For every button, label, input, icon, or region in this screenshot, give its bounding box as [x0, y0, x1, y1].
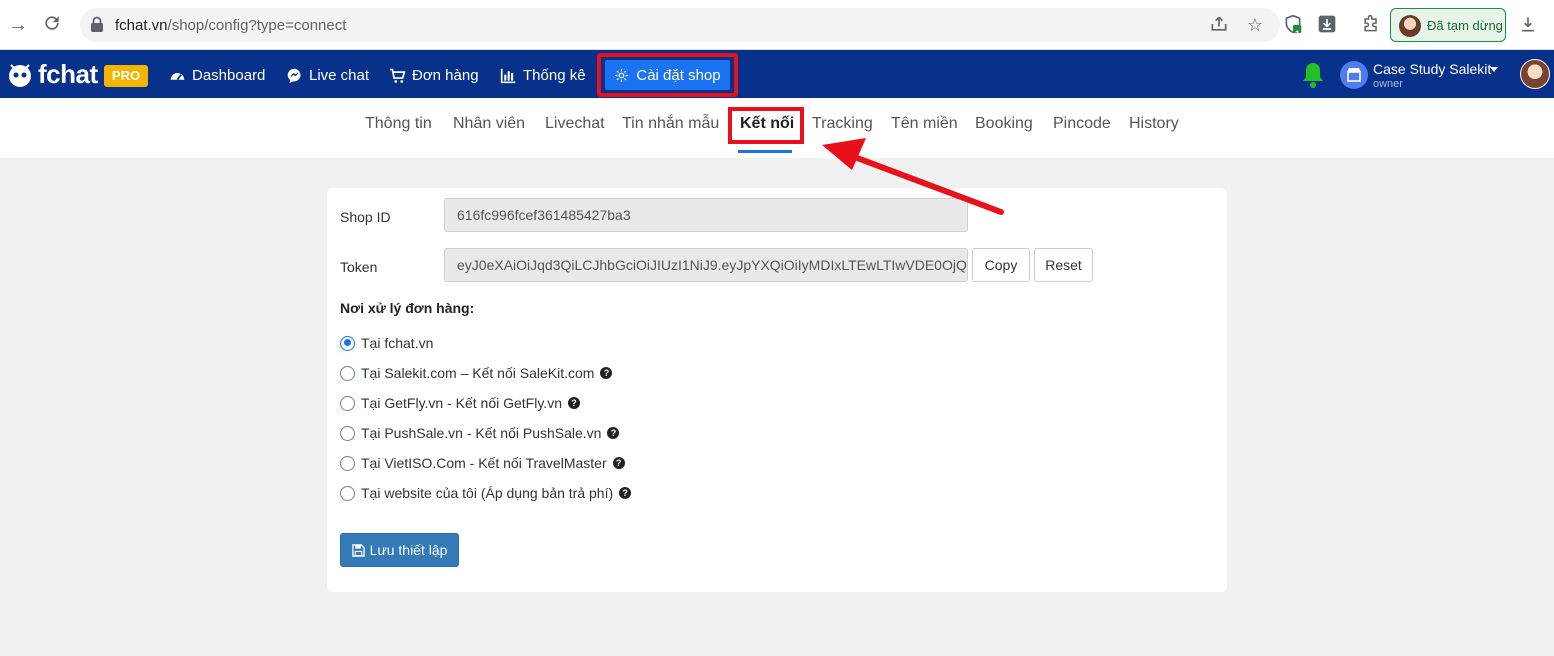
nav-dashboard[interactable]: Dashboard: [169, 65, 265, 85]
shop-id-label: Shop ID: [340, 209, 391, 225]
settings-tabs: Thông tin Nhân viên Livechat Tin nhắn mẫ…: [0, 98, 1554, 158]
nav-label: Dashboard: [192, 66, 266, 84]
highlight-box-tab: [728, 107, 804, 144]
tab-thong-tin[interactable]: Thông tin: [365, 115, 432, 133]
nav-shop-settings[interactable]: Cài đặt shop: [605, 60, 730, 90]
chat-bubble-icon: [287, 68, 301, 83]
option-fchat[interactable]: Tại fchat.vn: [340, 333, 433, 353]
star-icon[interactable]: ☆: [1244, 14, 1266, 36]
floppy-disk-icon: [351, 543, 365, 557]
copy-button[interactable]: Copy: [972, 248, 1030, 282]
tab-booking[interactable]: Booking: [975, 115, 1033, 133]
tab-nhan-vien[interactable]: Nhân viên: [453, 115, 525, 133]
nav-live-chat[interactable]: Live chat: [286, 65, 369, 85]
logo-text: fchat: [38, 59, 98, 89]
nav-orders[interactable]: Đơn hàng: [389, 65, 479, 85]
radio[interactable]: [340, 425, 355, 441]
pro-badge: PRO: [104, 65, 148, 87]
shop-role: owner: [1373, 78, 1403, 90]
radio[interactable]: [340, 365, 355, 381]
browser-toolbar: → fchat.vn/shop/config?type=connect ☆ 1 …: [0, 0, 1554, 50]
nav-statistics[interactable]: Thống kê: [500, 65, 586, 85]
option-label: Tại Salekit.com – Kết nối SaleKit.com: [361, 365, 595, 381]
downloads-icon[interactable]: [1517, 14, 1539, 36]
bar-chart-icon: [500, 68, 516, 83]
section-title: Nơi xử lý đơn hàng:: [340, 300, 475, 316]
profile-avatar: [1399, 15, 1421, 37]
url-path: /shop/config?type=connect: [167, 17, 347, 34]
help-icon[interactable]: ?: [600, 367, 613, 379]
help-icon[interactable]: ?: [619, 487, 632, 499]
dashboard-icon: [170, 72, 185, 80]
radio[interactable]: [340, 455, 355, 471]
nav-label: Cài đặt shop: [636, 66, 721, 84]
bell-icon[interactable]: [1300, 61, 1326, 89]
extension-badge: 1: [1295, 29, 1301, 39]
reset-button[interactable]: Reset: [1034, 248, 1093, 282]
sync-status: Đã tạm dừng: [1427, 18, 1503, 33]
option-pushsale[interactable]: Tại PushSale.vn - Kết nối PushSale.vn ?: [340, 423, 620, 443]
help-icon[interactable]: ?: [567, 397, 580, 409]
save-settings-button[interactable]: Lưu thiết lập: [340, 533, 459, 567]
option-vietiso[interactable]: Tại VietISO.Com - Kết nối TravelMaster ?: [340, 453, 625, 473]
extension-shield-icon[interactable]: 1: [1282, 14, 1304, 39]
nav-label: Live chat: [309, 66, 370, 84]
save-label: Lưu thiết lập: [369, 542, 448, 558]
radio[interactable]: [340, 485, 355, 501]
option-label: Tại PushSale.vn - Kết nối PushSale.vn: [361, 425, 602, 441]
option-salekit[interactable]: Tại Salekit.com – Kết nối SaleKit.com ?: [340, 363, 613, 383]
tab-tin-nhan-mau[interactable]: Tin nhắn mẫu: [622, 115, 719, 133]
option-label: Tại website của tôi (Áp dụng bản trả phí…: [361, 485, 614, 501]
option-label: Tại fchat.vn: [361, 335, 434, 351]
shop-name[interactable]: Case Study Salekit: [1373, 61, 1491, 77]
tab-tracking[interactable]: Tracking: [812, 115, 873, 133]
nav-label: Thống kê: [523, 66, 586, 84]
shop-id-field[interactable]: 616fc996fcef361485427ba3: [444, 198, 968, 232]
nav-label: Đơn hàng: [412, 66, 479, 84]
option-label: Tại VietISO.Com - Kết nối TravelMaster: [361, 455, 607, 471]
tab-ten-mien[interactable]: Tên miền: [891, 115, 958, 133]
token-field[interactable]: eyJ0eXAiOiJqd3QiLCJhbGciOiJIUzI1NiJ9.eyJ…: [444, 248, 968, 282]
option-own-website[interactable]: Tại website của tôi (Áp dụng bản trả phí…: [340, 483, 632, 503]
chevron-down-icon[interactable]: [1490, 67, 1498, 72]
tab-livechat[interactable]: Livechat: [545, 115, 605, 133]
user-avatar[interactable]: [1520, 59, 1550, 89]
app-topnav: fchat PRO Dashboard Live chat Đơn hàng T…: [0, 50, 1554, 98]
tab-pincode[interactable]: Pincode: [1053, 115, 1111, 133]
download-ext-icon[interactable]: [1316, 14, 1338, 36]
forward-icon[interactable]: →: [6, 13, 30, 37]
store-icon[interactable]: [1340, 61, 1368, 89]
active-tab-indicator: [738, 150, 792, 153]
help-icon[interactable]: ?: [612, 457, 625, 469]
reload-icon[interactable]: [40, 13, 64, 37]
help-icon[interactable]: ?: [607, 427, 620, 439]
connect-settings-panel: Shop ID 616fc996fcef361485427ba3 Token e…: [327, 188, 1227, 592]
cart-icon: [389, 68, 406, 83]
url-host: fchat.vn: [115, 17, 168, 34]
radio-checked[interactable]: [340, 335, 355, 351]
address-bar[interactable]: fchat.vn/shop/config?type=connect: [80, 8, 1280, 42]
share-icon[interactable]: [1208, 14, 1230, 36]
radio[interactable]: [340, 395, 355, 411]
robot-logo-icon: [9, 64, 31, 87]
url-text: fchat.vn/shop/config?type=connect: [115, 17, 346, 34]
token-label: Token: [340, 259, 378, 275]
lock-icon: [91, 16, 103, 32]
tab-history[interactable]: History: [1129, 115, 1179, 133]
option-getfly[interactable]: Tại GetFly.vn - Kết nối GetFly.vn ?: [340, 393, 580, 413]
profile-sync-button[interactable]: Đã tạm dừng: [1390, 8, 1506, 42]
gear-icon: [615, 68, 629, 82]
option-label: Tại GetFly.vn - Kết nối GetFly.vn: [361, 395, 562, 411]
puzzle-icon[interactable]: [1360, 14, 1382, 36]
